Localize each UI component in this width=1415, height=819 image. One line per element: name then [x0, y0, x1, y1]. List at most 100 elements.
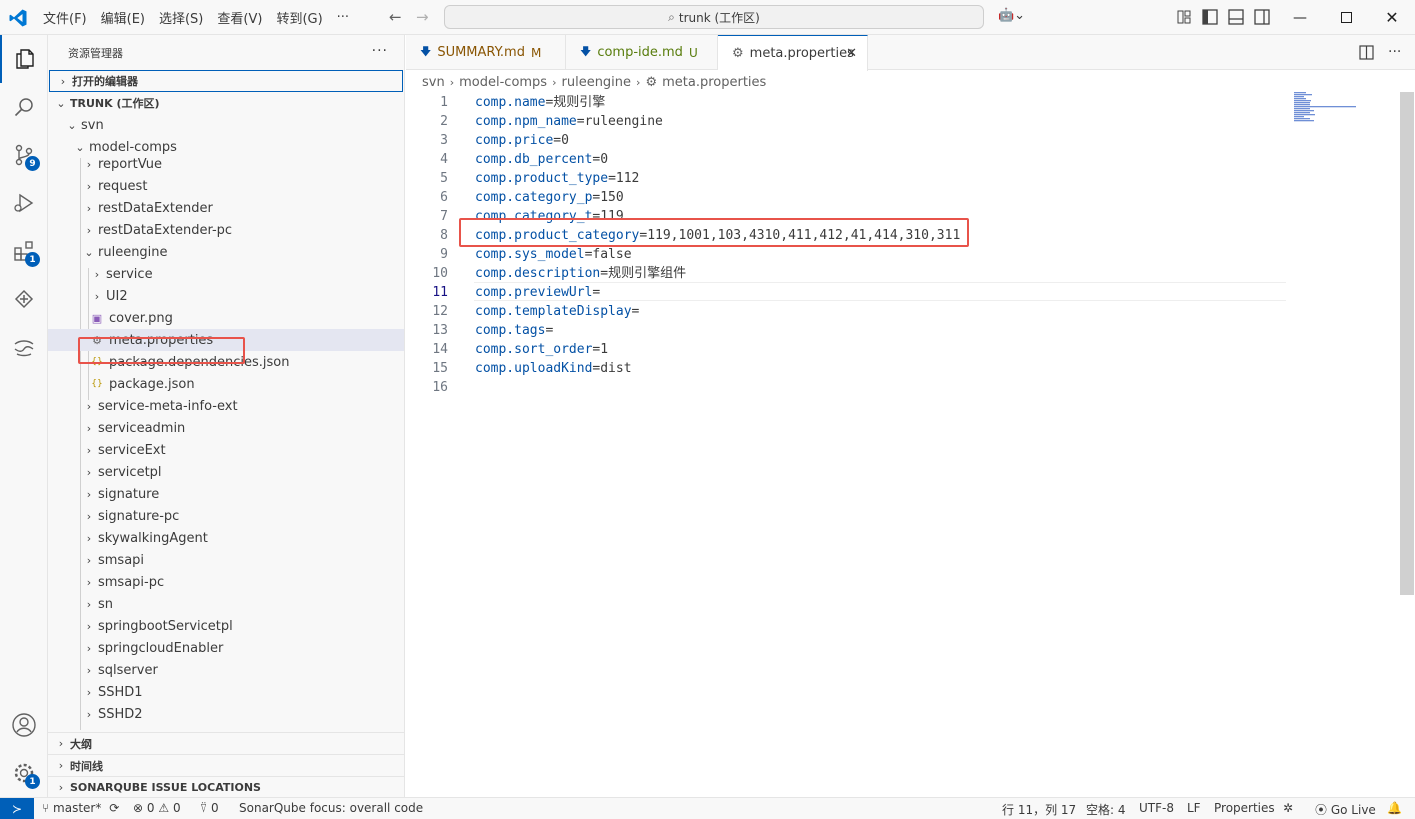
problems-status[interactable]: ⊗ 0 ⚠ 0 [133, 801, 181, 815]
tab-comp-ide-md[interactable]: 🡇 comp-ide.md U [566, 35, 718, 70]
sonar-issue-locations-section[interactable]: › SONARQUBE ISSUE LOCATIONS [48, 776, 404, 797]
command-center-search[interactable]: ⌕ trunk (工作区) [444, 5, 984, 29]
broadcast-icon: ⦿ [1315, 803, 1328, 817]
tree-item-skywalkingagent[interactable]: › skywalkingAgent [48, 527, 404, 549]
tree-item-sqlserver[interactable]: › sqlserver [48, 659, 404, 681]
tree-item-signature[interactable]: › signature [48, 483, 404, 505]
chevron-right-icon: › [86, 465, 92, 479]
breadcrumb-item[interactable]: model-comps [459, 75, 547, 90]
tree-item-svn[interactable]: ⌄ svn [48, 114, 404, 136]
forward-arrow-icon[interactable]: → [416, 8, 429, 26]
tab-summary-md[interactable]: 🡇 SUMMARY.md M [406, 35, 566, 70]
sonarqube-activity[interactable] [0, 323, 48, 371]
tab-meta-properties[interactable]: ⚙ meta.properties ✕ [718, 35, 868, 71]
menu-file[interactable]: 文件(F) [36, 8, 94, 27]
menu-edit[interactable]: 编辑(E) [94, 8, 152, 27]
tree-item-label: meta.properties [109, 332, 214, 348]
property-key: comp.tags [475, 323, 546, 338]
go-live-status[interactable]: ⦿ Go Live [1315, 801, 1376, 818]
source-control-activity[interactable]: 9 [0, 131, 48, 179]
close-tab-icon[interactable]: ✕ [846, 46, 857, 61]
toggle-primary-sidebar-icon[interactable] [1202, 9, 1218, 25]
tree-item-package-dependencies-json[interactable]: {} package.dependencies.json [48, 351, 404, 373]
remote-explorer-activity[interactable] [0, 275, 48, 323]
settings-file-icon: ⚙ [645, 74, 658, 90]
tree-item-cover-png[interactable]: ▣ cover.png [48, 307, 404, 329]
toggle-secondary-sidebar-icon[interactable] [1254, 9, 1270, 25]
tree-item-restdataextender-pc[interactable]: › restDataExtender-pc [48, 219, 404, 241]
code-text: comp.tags= [475, 321, 553, 340]
manage-activity[interactable]: 1 [0, 749, 48, 797]
minimize-button[interactable]: — [1277, 0, 1323, 35]
tree-item-serviceadmin[interactable]: › serviceadmin [48, 417, 404, 439]
indentation-status[interactable]: 空格: 4 [1086, 801, 1126, 818]
tree-item-ruleengine[interactable]: ⌄ ruleengine [48, 241, 404, 263]
tree-item-servicetpl[interactable]: › servicetpl [48, 461, 404, 483]
split-editor-icon[interactable] [1359, 45, 1374, 60]
close-window-button[interactable]: ✕ [1369, 0, 1415, 35]
search-activity[interactable] [0, 83, 48, 131]
editor-scrollbar[interactable] [1400, 92, 1414, 595]
tree-item-smsapi[interactable]: › smsapi [48, 549, 404, 571]
maximize-button[interactable] [1323, 0, 1369, 35]
outline-section[interactable]: › 大纲 [48, 732, 404, 754]
sonarlint-icon[interactable]: ✲ [1283, 801, 1293, 815]
tree-item-sshd2[interactable]: › SSHD2 [48, 703, 404, 725]
ports-status[interactable]: ⍢ 0 [200, 801, 219, 816]
breadcrumb-item[interactable]: meta.properties [662, 75, 766, 90]
remote-indicator-button[interactable]: ≻ [0, 798, 34, 819]
tree-item-springcloudenabler[interactable]: › springcloudEnabler [48, 637, 404, 659]
menu-view[interactable]: 查看(V) [210, 8, 269, 27]
extensions-activity[interactable]: 1 [0, 227, 48, 275]
encoding-status[interactable]: UTF-8 [1139, 801, 1174, 815]
back-arrow-icon[interactable]: ← [389, 8, 402, 26]
minimap[interactable] [1294, 92, 1404, 132]
explorer-more-button[interactable]: ··· [372, 43, 388, 59]
tree-item-signature-pc[interactable]: › signature-pc [48, 505, 404, 527]
tree-item-ui2[interactable]: › UI2 [48, 285, 404, 307]
open-editors-section[interactable]: › 打开的编辑器 [49, 70, 403, 92]
run-debug-activity[interactable] [0, 179, 48, 227]
branch-status[interactable]: ⑂ master* ⟳ [42, 801, 119, 815]
tree-item-service-meta-info-ext[interactable]: › service-meta-info-ext [48, 395, 404, 417]
tree-item-smsapi-pc[interactable]: › smsapi-pc [48, 571, 404, 593]
tree-item-reportvue[interactable]: › reportVue [48, 158, 404, 175]
tree-item-request[interactable]: › request [48, 175, 404, 197]
tree-item-service[interactable]: › service [48, 263, 404, 285]
customize-layout-icon[interactable] [1177, 10, 1191, 24]
menu-selection[interactable]: 选择(S) [152, 8, 210, 27]
explorer-activity[interactable] [0, 35, 48, 83]
line-number: 14 [432, 342, 448, 357]
title-bar: 文件(F) 编辑(E) 选择(S) 查看(V) 转到(G) ··· ← → ⌕ … [0, 0, 1415, 35]
tree-item-meta-properties[interactable]: ⚙ meta.properties [48, 329, 404, 351]
code-line: 11 comp.previewUrl= [406, 283, 1415, 302]
tree-item-label: springbootServicetpl [98, 618, 233, 634]
code-editor[interactable]: 1 comp.name=规则引擎 2 comp.npm_name=ruleengine… [406, 92, 1415, 797]
menu-go[interactable]: 转到(G) [269, 8, 329, 27]
timeline-section[interactable]: › 时间线 [48, 754, 404, 776]
breadcrumb-item[interactable]: svn [422, 75, 445, 90]
tree-item-serviceext[interactable]: › serviceExt [48, 439, 404, 461]
toggle-panel-icon[interactable] [1228, 9, 1244, 25]
notifications-bell-icon[interactable]: 🔔 [1387, 801, 1402, 815]
breadcrumb-item[interactable]: ruleengine [562, 75, 632, 90]
json-file-icon: {} [91, 357, 103, 367]
eol-status[interactable]: LF [1187, 801, 1201, 815]
code-line: 16 [406, 378, 1415, 397]
copilot-icon[interactable]: 🤖⌄ [998, 8, 1025, 23]
tree-item-package-json[interactable]: {} package.json [48, 373, 404, 395]
menu-more[interactable]: ··· [330, 10, 356, 25]
tree-item-sshd1[interactable]: › SSHD1 [48, 681, 404, 703]
cursor-position-status[interactable]: 行 11，列 17 [1002, 801, 1076, 818]
error-icon: ⊗ [133, 801, 144, 815]
code-text: comp.category_t=119 [475, 207, 624, 226]
tree-item-springbootservicetpl[interactable]: › springbootServicetpl [48, 615, 404, 637]
tree-item-model-comps[interactable]: ⌄ model-comps [48, 136, 404, 158]
accounts-activity[interactable] [0, 701, 48, 749]
tree-item-sn[interactable]: › sn [48, 593, 404, 615]
editor-more-actions-icon[interactable]: ··· [1388, 44, 1401, 60]
sonarqube-focus-status[interactable]: SonarQube focus: overall code [239, 801, 423, 815]
language-mode-status[interactable]: Properties [1214, 801, 1275, 815]
tree-item-restdataextender[interactable]: › restDataExtender [48, 197, 404, 219]
workspace-section[interactable]: ⌄ TRUNK (工作区) [48, 92, 404, 114]
